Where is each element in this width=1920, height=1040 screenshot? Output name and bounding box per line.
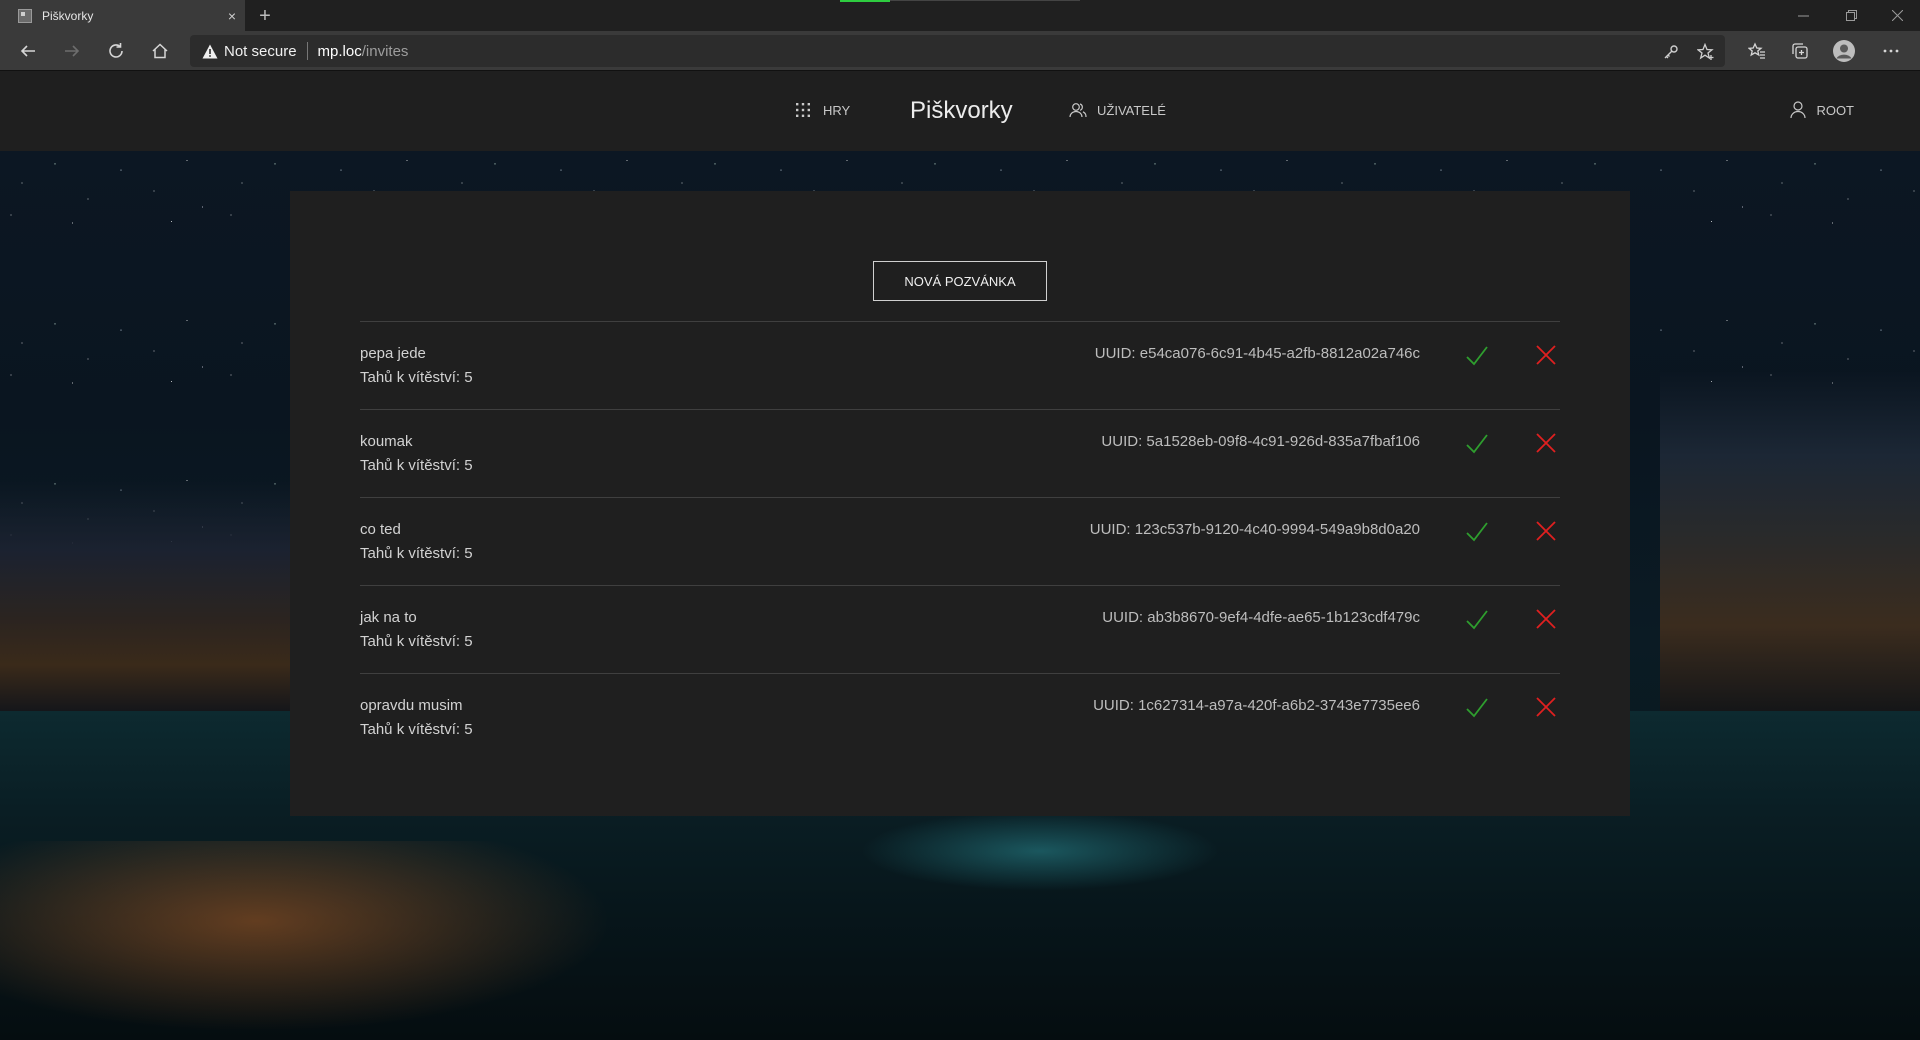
invite-moves-to-win: Tahů k vítěství: 5 [360, 721, 473, 738]
invite-uuid: UUID: 1c627314-a97a-420f-a6b2-3743e7735e… [1093, 697, 1420, 714]
decline-x-icon[interactable] [1535, 520, 1557, 542]
invite-uuid: UUID: ab3b8670-9ef4-4dfe-ae65-1b123cdf47… [1102, 609, 1420, 626]
tab-close-button[interactable]: × [219, 8, 245, 24]
more-menu-button[interactable] [1877, 37, 1905, 65]
security-label[interactable]: Not secure [224, 43, 297, 60]
restore-icon [1845, 10, 1857, 21]
loading-track [890, 0, 1080, 1]
back-arrow-icon [20, 45, 35, 57]
loading-indicator [840, 0, 890, 2]
invite-row: jak na to Tahů k vítěství: 5 UUID: ab3b8… [360, 585, 1560, 673]
accept-check-icon[interactable] [1465, 344, 1489, 368]
reload-icon [109, 43, 123, 58]
decline-x-icon[interactable] [1535, 696, 1557, 718]
restore-button[interactable] [1828, 0, 1874, 31]
home-icon [152, 43, 168, 59]
invite-name: jak na to [360, 609, 417, 626]
invite-name: opravdu musim [360, 697, 463, 714]
minimize-icon [1797, 15, 1809, 17]
browser-tab-strip: Piškvorky × + [0, 0, 1920, 31]
decline-x-icon[interactable] [1535, 608, 1557, 630]
invite-uuid: UUID: 123c537b-9120-4c40-9994-549a9b8d0a… [1089, 521, 1420, 538]
nav-users-label: UŽIVATELÉ [1097, 102, 1166, 118]
accept-check-icon[interactable] [1465, 432, 1489, 456]
invite-row: koumak Tahů k vítěství: 5 UUID: 5a1528eb… [360, 409, 1560, 497]
add-favorite-icon[interactable] [1695, 41, 1717, 63]
profile-button[interactable] [1830, 37, 1858, 65]
invite-moves-to-win: Tahů k vítěství: 5 [360, 457, 473, 474]
collections-icon [1792, 43, 1808, 59]
background-skyline-right [1660, 371, 1920, 711]
minimize-button[interactable] [1780, 0, 1826, 31]
key-icon[interactable] [1660, 41, 1682, 63]
invite-moves-to-win: Tahů k vítěství: 5 [360, 369, 473, 386]
site-title[interactable]: Piškvorky [910, 97, 1013, 125]
favorites-icon [1748, 42, 1765, 59]
invite-moves-to-win: Tahů k vítěství: 5 [360, 545, 473, 562]
decline-x-icon[interactable] [1535, 432, 1557, 454]
address-bar[interactable]: Not secure mp.loc /invites [190, 35, 1725, 67]
accept-check-icon[interactable] [1465, 608, 1489, 632]
site-header: HRY Piškvorky UŽIVATELÉ ROOT [0, 71, 1920, 151]
collections-button[interactable] [1786, 37, 1814, 65]
grid-icon [796, 103, 810, 117]
favorites-button[interactable] [1743, 37, 1771, 65]
invite-row: pepa jede Tahů k vítěství: 5 UUID: e54ca… [360, 321, 1560, 409]
invite-moves-to-win: Tahů k vítěství: 5 [360, 633, 473, 650]
invite-name: co ted [360, 521, 401, 538]
address-separator [306, 42, 308, 60]
invite-name: pepa jede [360, 345, 426, 362]
users-icon [1069, 103, 1087, 118]
person-icon [1790, 101, 1807, 119]
url-host: mp.loc [317, 42, 362, 60]
url-path: /invites [361, 42, 409, 60]
forward-button[interactable] [58, 37, 86, 65]
profile-avatar-icon [1833, 40, 1855, 62]
browser-tab[interactable]: Piškvorky × [0, 0, 245, 31]
tab-title: Piškvorky [42, 8, 94, 23]
invite-row: opravdu musim Tahů k vítěství: 5 UUID: 1… [360, 673, 1560, 761]
accept-check-icon[interactable] [1465, 696, 1489, 720]
background-water-glow [860, 811, 1220, 891]
back-button[interactable] [14, 37, 42, 65]
warning-icon [202, 43, 218, 59]
ellipsis-icon [1883, 49, 1899, 53]
background-skyline-left [0, 481, 300, 711]
invite-row: co ted Tahů k vítěství: 5 UUID: 123c537b… [360, 497, 1560, 585]
new-invite-button[interactable]: NOVÁ POZVÁNKA [873, 261, 1047, 301]
accept-check-icon[interactable] [1465, 520, 1489, 544]
close-window-button[interactable] [1874, 0, 1920, 31]
forward-arrow-icon [65, 45, 80, 57]
invite-name: koumak [360, 433, 413, 450]
favicon-icon [18, 8, 32, 23]
invite-list: pepa jede Tahů k vítěství: 5 UUID: e54ca… [360, 321, 1560, 761]
background-harbor-lights [0, 841, 640, 1040]
invite-uuid: UUID: 5a1528eb-09f8-4c91-926d-835a7fbaf1… [1101, 433, 1420, 450]
reload-button[interactable] [102, 37, 130, 65]
browser-toolbar: Not secure mp.loc /invites [0, 31, 1920, 71]
nav-games-link[interactable]: HRY [795, 102, 850, 118]
new-tab-button[interactable]: + [253, 4, 277, 28]
user-name: ROOT [1816, 102, 1854, 118]
nav-users-link[interactable]: UŽIVATELÉ [1069, 102, 1166, 118]
invites-panel: NOVÁ POZVÁNKA pepa jede Tahů k vítěství:… [290, 191, 1630, 816]
nav-games-label: HRY [823, 102, 851, 118]
decline-x-icon[interactable] [1535, 344, 1557, 366]
user-menu[interactable]: ROOT [1790, 101, 1854, 119]
home-button[interactable] [146, 37, 174, 65]
invite-uuid: UUID: e54ca076-6c91-4b45-a2fb-8812a02a74… [1094, 345, 1420, 362]
close-window-icon [1891, 10, 1903, 21]
